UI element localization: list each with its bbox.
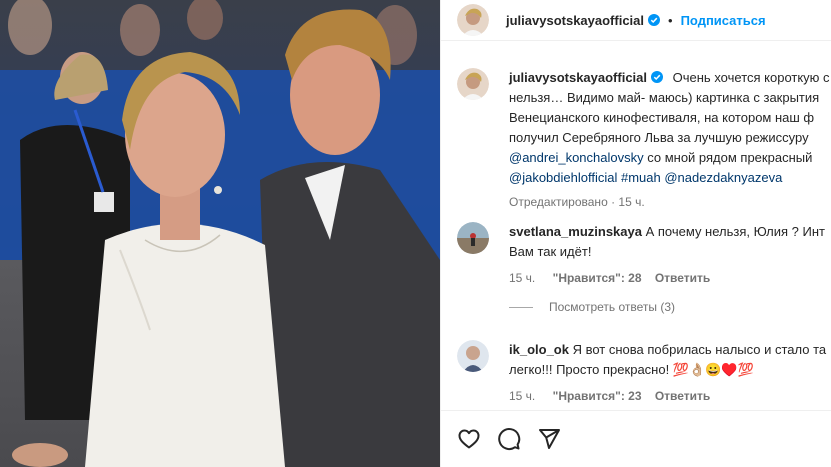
comment-text-line2: Вам так идёт! (509, 244, 592, 259)
comment-meta: 15 ч. "Нравится": 28 Ответить (509, 268, 831, 288)
comment-time: 15 ч. (509, 271, 536, 285)
reply-button[interactable]: Ответить (655, 389, 710, 403)
comment-text: А почему нельзя, Юлия ? Инт (645, 224, 825, 239)
caption-text-line5: со мной рядом прекрасный (643, 150, 813, 165)
comment-time: 15 ч. (509, 389, 536, 403)
commenter-avatar[interactable] (457, 222, 489, 254)
post-actions (441, 410, 831, 467)
comment-username[interactable]: svetlana_muzinskaya (509, 224, 642, 239)
view-replies-label: Посмотреть ответы (3) (549, 300, 676, 314)
follow-button[interactable]: Подписаться (681, 13, 766, 28)
caption-body: juliavysotskayaofficial Очень хочется ко… (509, 68, 831, 212)
caption-avatar[interactable] (457, 68, 489, 100)
commenter-avatar[interactable] (457, 340, 489, 372)
comment-text: Я вот снова побрилась налысо и стало та (572, 342, 827, 357)
caption-text-line4: получил Серебряного Льва за лучшую режис… (509, 130, 809, 145)
heart-icon[interactable] (457, 427, 481, 451)
post-image (0, 0, 440, 467)
header-separator: • (668, 12, 673, 28)
comment-username[interactable]: ik_olo_ok (509, 342, 569, 357)
comment-body: svetlana_muzinskaya А почему нельзя, Юли… (509, 222, 831, 288)
verified-badge-icon (651, 71, 664, 83)
view-replies-button[interactable]: Посмотреть ответы (3) (509, 300, 675, 314)
caption-meta: Отредактировано · 15 ч. (509, 195, 645, 209)
author-avatar[interactable] (457, 4, 489, 36)
mention-link[interactable]: @jakobdiehlofficial (509, 170, 617, 185)
hashtag-link[interactable]: #muah (617, 170, 664, 185)
post-header: juliavysotskaya​official • Подписаться (441, 0, 831, 41)
caption-text-line3: Венецианского кинофестиваля, на котором … (509, 110, 815, 125)
verified-badge-icon (648, 14, 661, 26)
caption-username[interactable]: juliavysotskayaofficial (509, 70, 647, 85)
mention-link[interactable]: @andrei_konchalovsky (509, 150, 644, 165)
comment-body: ik_olo_ok Я вот снова побрилась налысо и… (509, 340, 831, 406)
comment-text-line2: легко!!! Просто прекрасно! 💯👌🏼😀♥️💯 (509, 362, 754, 377)
post-panel: juliavysotskaya​official • Подписаться j… (440, 0, 831, 467)
reply-button[interactable]: Ответить (655, 271, 710, 285)
replies-divider (509, 306, 533, 308)
caption-text-line2: нельзя… Видимо май- маюсь) картинка с за… (509, 90, 820, 105)
mention-link[interactable]: @nadezdaknyazeva (664, 170, 782, 185)
send-icon[interactable] (537, 427, 561, 451)
comment-icon[interactable] (497, 427, 521, 451)
post-photo[interactable] (0, 0, 440, 467)
comment-likes[interactable]: "Нравится": 28 (553, 271, 642, 285)
comment-likes[interactable]: "Нравится": 23 (553, 389, 642, 403)
comment-meta: 15 ч. "Нравится": 23 Ответить (509, 386, 831, 406)
caption-text-line1: Очень хочется короткую с (672, 70, 830, 85)
header-username[interactable]: juliavysotskaya​official (506, 13, 644, 28)
